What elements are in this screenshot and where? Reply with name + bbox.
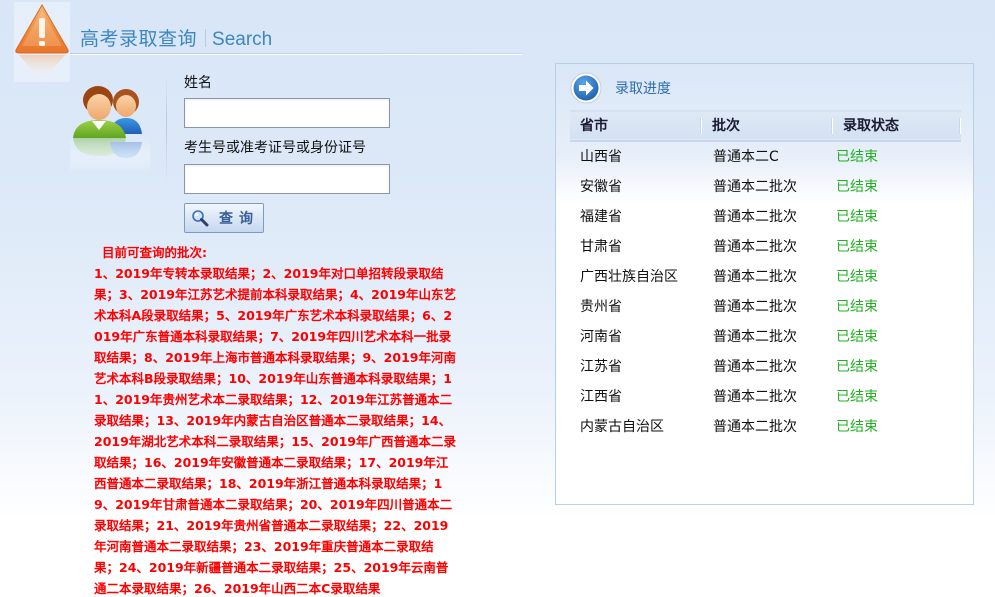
cell-status: 已结束 [836,328,878,345]
column-header-province: 省市 [570,111,702,141]
query-button-label: 查询 [219,211,259,227]
progress-table: 省市 批次 录取状态 山西省 普通本二C 已结束 安徽省 普通本二批次 已结束 … [570,110,961,441]
cell-batch: 普通本二批次 [713,328,797,345]
column-header-label: 省市 [580,118,608,135]
cell-batch: 普通本二批次 [713,208,797,225]
notice-batch-list: 1、2019年专转本录取结果；2、2019年对口单招转段录取结果；3、2019年… [94,266,456,596]
cell-status: 已结束 [836,238,878,255]
exam-id-input[interactable] [184,164,390,194]
header-divider [70,53,522,55]
table-header-row: 省市 批次 录取状态 [570,110,961,141]
arrow-right-circle-icon [570,72,602,104]
query-button[interactable]: 查询 [184,203,264,233]
column-header-label: 批次 [712,118,740,135]
page-title: 高考录取查询 Search [80,24,272,51]
title-separator [205,28,207,47]
name-input[interactable] [184,98,390,128]
panel-title: 录取进度 [615,81,671,97]
notice-heading: 目前可查询的批次: [102,245,207,260]
table-row: 内蒙古自治区 普通本二批次 已结束 [570,411,961,441]
cell-status: 已结束 [836,149,878,165]
panel-header: 录取进度 [570,72,671,104]
table-row: 江西省 普通本二批次 已结束 [570,381,961,411]
cell-province: 安徽省 [580,178,622,195]
table-row: 福建省 普通本二批次 已结束 [570,201,961,231]
cell-batch: 普通本二批次 [713,358,797,375]
form-divider [166,76,167,186]
cell-batch: 普通本二批次 [713,418,797,435]
cell-province: 福建省 [580,208,622,225]
column-separator [959,118,961,134]
cell-status: 已结束 [836,178,878,195]
cell-province: 甘肃省 [580,238,622,255]
cell-batch: 普通本二批次 [713,178,797,195]
table-row: 河南省 普通本二批次 已结束 [570,321,961,351]
cell-batch: 普通本二批次 [713,238,797,255]
name-label: 姓名 [184,75,212,91]
cell-status: 已结束 [836,268,878,285]
cell-status: 已结束 [836,418,878,435]
title-chinese: 高考录取查询 [80,28,198,50]
cell-province: 广西壮族自治区 [580,268,678,285]
admission-progress-panel: 录取进度 省市 批次 录取状态 山西省 普通本二C 已结束 安徽省 普通本二批次… [555,63,974,505]
exam-id-label: 考生号或准考证号或身份证号 [184,140,366,156]
warning-triangle-icon [14,2,70,82]
cell-status: 已结束 [836,358,878,375]
cell-status: 已结束 [836,388,878,405]
cell-province: 江苏省 [580,358,622,375]
table-row: 安徽省 普通本二批次 已结束 [570,171,961,201]
cell-province: 贵州省 [580,298,622,315]
cell-batch: 普通本二C [713,149,779,165]
column-header-status: 录取状态 [833,111,961,141]
title-english: Search [212,29,273,50]
table-row: 贵州省 普通本二批次 已结束 [570,291,961,321]
cell-batch: 普通本二批次 [713,298,797,315]
column-header-label: 录取状态 [843,118,899,135]
cell-batch: 普通本二批次 [713,388,797,405]
table-row: 江苏省 普通本二批次 已结束 [570,351,961,381]
cell-province: 内蒙古自治区 [580,418,664,435]
cell-status: 已结束 [836,298,878,315]
magnifier-icon [191,209,209,227]
cell-province: 山西省 [580,149,622,165]
table-row: 甘肃省 普通本二批次 已结束 [570,231,961,261]
table-row: 山西省 普通本二C 已结束 [570,141,961,171]
table-row: 广西壮族自治区 普通本二批次 已结束 [570,261,961,291]
column-header-batch: 批次 [702,111,833,141]
cell-status: 已结束 [836,208,878,225]
available-batches-notice: 目前可查询的批次: 1、2019年专转本录取结果；2、2019年对口单招转段录取… [94,242,456,597]
cell-batch: 普通本二批次 [713,268,797,285]
users-icon [70,82,150,172]
cell-province: 河南省 [580,328,622,345]
cell-province: 江西省 [580,388,622,405]
